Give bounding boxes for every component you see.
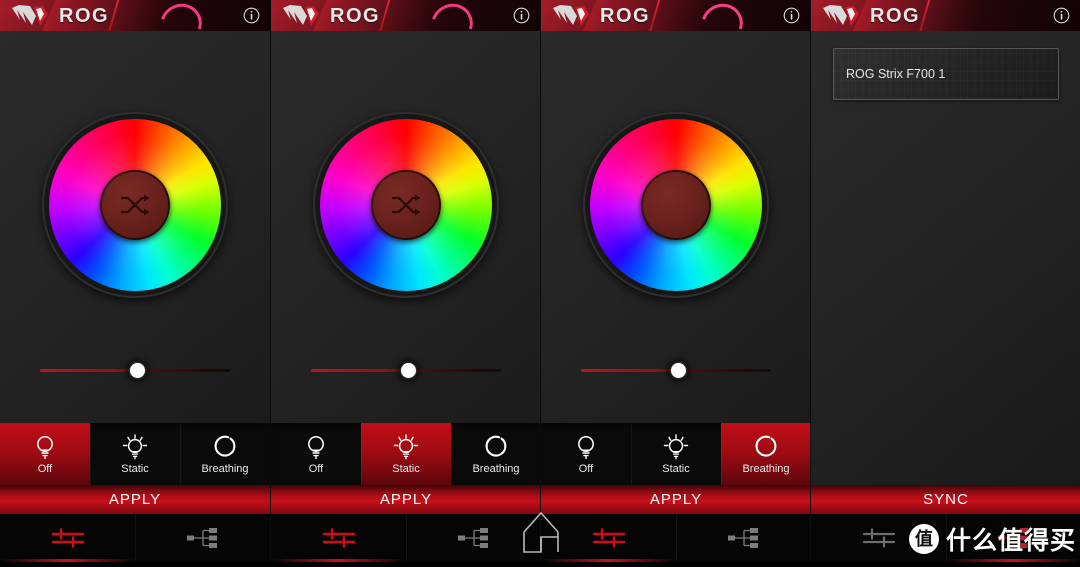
- rog-eye-logo: [821, 4, 867, 29]
- watermark-text: 什么值得买: [946, 521, 1076, 557]
- mode-selector: Off Static: [271, 423, 540, 485]
- shuffle-icon: [390, 192, 422, 218]
- breathing-ring-icon: [212, 433, 238, 461]
- nav-item-lighting[interactable]: [271, 514, 406, 562]
- rog-eye-logo: [551, 4, 597, 29]
- color-wheel[interactable]: [590, 119, 762, 291]
- sliders-icon: [50, 527, 86, 549]
- bulb-off-icon: [304, 433, 328, 461]
- mode-selector: Off Static: [0, 423, 270, 485]
- sync-button[interactable]: SYNC: [811, 485, 1080, 514]
- mode-button-static[interactable]: Static: [90, 423, 180, 485]
- wheel-center-hub[interactable]: [371, 170, 441, 240]
- list-item[interactable]: ROG Strix F700 1: [833, 48, 1059, 100]
- rog-eye-logo: [10, 4, 56, 29]
- color-wheel[interactable]: [49, 119, 221, 291]
- apply-button[interactable]: APPLY: [541, 485, 810, 514]
- mode-label: Static: [662, 463, 690, 475]
- rog-eye-logo: [281, 4, 327, 29]
- rog-wordmark: ROG: [59, 4, 109, 29]
- rog-wordmark: ROG: [870, 4, 920, 29]
- slider-knob[interactable]: [401, 363, 416, 378]
- mode-button-off[interactable]: Off: [271, 423, 361, 485]
- device-hub-icon: [457, 527, 491, 549]
- rog-logo: ROG: [821, 3, 920, 29]
- bulb-static-icon: [117, 433, 153, 461]
- bulb-off-icon: [33, 433, 57, 461]
- sliders-icon: [321, 527, 357, 549]
- mode-label: Static: [392, 463, 420, 475]
- breathing-ring-icon: [753, 433, 779, 461]
- rog-logo: ROG: [551, 3, 650, 29]
- shuffle-icon: [119, 192, 151, 218]
- info-circle-icon[interactable]: [783, 7, 800, 24]
- mode-button-breathing[interactable]: Breathing: [721, 423, 810, 485]
- mode-button-breathing[interactable]: Breathing: [180, 423, 270, 485]
- device-list: ROG Strix F700 1: [811, 48, 1080, 100]
- rog-wordmark: ROG: [600, 4, 650, 29]
- color-wheel-area: [541, 110, 810, 300]
- nav-item-lighting[interactable]: [0, 514, 135, 562]
- screenshot-strip: ROG: [0, 0, 1080, 562]
- mode-button-static[interactable]: Static: [361, 423, 451, 485]
- mode-selector: Off Static: [541, 423, 810, 485]
- color-wheel-area: [271, 110, 540, 300]
- nav-item-devices[interactable]: [135, 514, 270, 562]
- bulb-static-icon: [658, 433, 694, 461]
- info-circle-icon[interactable]: [513, 7, 530, 24]
- app-header: ROG: [541, 0, 810, 31]
- home-outline-icon: [505, 505, 577, 562]
- app-header: ROG: [271, 0, 540, 31]
- rog-logo: ROG: [10, 3, 109, 29]
- slider-knob[interactable]: [671, 363, 686, 378]
- apply-button[interactable]: APPLY: [271, 485, 540, 514]
- bottom-nav: [0, 514, 270, 562]
- watermark-badge: 值: [909, 524, 939, 554]
- mode-label: Off: [579, 463, 593, 475]
- mode-label: Static: [121, 463, 149, 475]
- apply-button[interactable]: APPLY: [0, 485, 270, 514]
- mode-label: Off: [38, 463, 52, 475]
- mode-button-off[interactable]: Off: [541, 423, 631, 485]
- info-circle-icon[interactable]: [243, 7, 260, 24]
- sliders-icon: [591, 527, 627, 549]
- sliders-icon: [861, 527, 897, 549]
- mode-label: Off: [309, 463, 323, 475]
- bottom-nav: [541, 514, 810, 562]
- panel-off: ROG: [0, 0, 270, 562]
- brightness-slider[interactable]: [541, 355, 810, 385]
- wheel-center-hub[interactable]: [641, 170, 711, 240]
- breathing-ring-icon: [483, 433, 509, 461]
- panel-breathing: ROG: [540, 0, 810, 562]
- app-header: ROG: [811, 0, 1080, 31]
- rog-logo: ROG: [281, 3, 380, 29]
- brightness-slider[interactable]: [271, 355, 540, 385]
- nav-item-devices[interactable]: [676, 514, 810, 562]
- bulb-static-icon: [388, 433, 424, 461]
- color-wheel[interactable]: [320, 119, 492, 291]
- home-button[interactable]: [505, 505, 577, 562]
- device-hub-icon: [186, 527, 220, 549]
- panel-static: ROG: [270, 0, 540, 562]
- bottom-nav: [271, 514, 540, 562]
- mode-label: Breathing: [742, 463, 789, 475]
- brightness-slider[interactable]: [0, 355, 270, 385]
- wheel-center-hub[interactable]: [100, 170, 170, 240]
- watermark: 值 什么值得买: [909, 521, 1076, 557]
- info-circle-icon[interactable]: [1053, 7, 1070, 24]
- rog-wordmark: ROG: [330, 4, 380, 29]
- mode-label: Breathing: [201, 463, 248, 475]
- panel-devices: ROG ROG Strix F700 1 SYNC: [810, 0, 1080, 562]
- mode-label: Breathing: [472, 463, 519, 475]
- bulb-off-icon: [574, 433, 598, 461]
- mode-button-static[interactable]: Static: [631, 423, 721, 485]
- device-hub-icon: [727, 527, 761, 549]
- app-header: ROG: [0, 0, 270, 31]
- slider-knob[interactable]: [130, 363, 145, 378]
- mode-button-off[interactable]: Off: [0, 423, 90, 485]
- color-wheel-area: [0, 110, 270, 300]
- device-name: ROG Strix F700 1: [846, 67, 945, 81]
- mode-button-breathing[interactable]: Breathing: [451, 423, 540, 485]
